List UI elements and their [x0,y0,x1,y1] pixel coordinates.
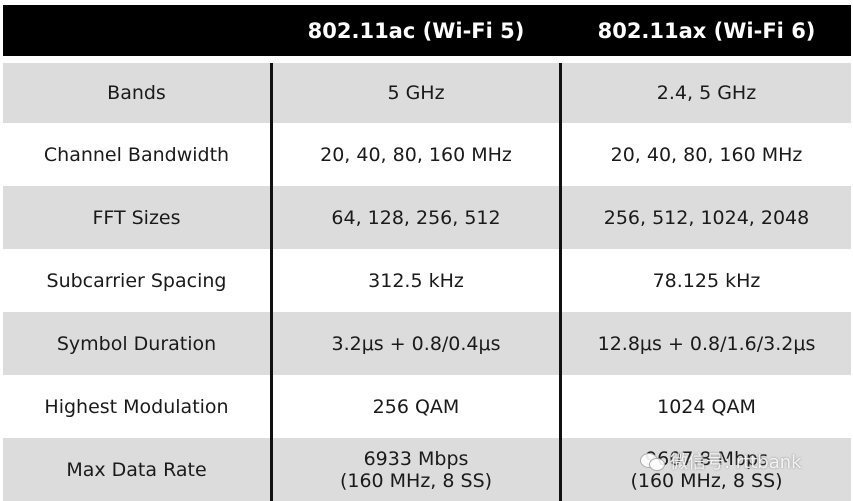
header-wifi5: 802.11ac (Wi-Fi 5) [270,5,559,56]
wifi5-rate: 6933 Mbps [363,447,469,470]
wifi6-value: 9607.8 Mbps (160 MHz, 8 SS) [559,438,851,501]
table-row: Channel Bandwidth 20, 40, 80, 160 MHz 20… [3,123,851,186]
wifi5-rate-config: (160 MHz, 8 SS) [339,469,493,492]
table-header: 802.11ac (Wi-Fi 5) 802.11ax (Wi-Fi 6) [3,5,851,56]
wifi6-value: 2.4, 5 GHz [559,63,851,123]
table-row: FFT Sizes 64, 128, 256, 512 256, 512, 10… [3,186,851,249]
row-label: FFT Sizes [92,206,181,229]
table-row: Symbol Duration 3.2μs + 0.8/0.4μs 12.8μs… [3,312,851,375]
table-row: Subcarrier Spacing 312.5 kHz 78.125 kHz [3,249,851,312]
row-label: Highest Modulation [44,395,229,418]
wifi6-value: 78.125 kHz [559,249,851,312]
row-label: Channel Bandwidth [43,143,230,166]
wifi5-value: 312.5 kHz [270,249,559,312]
wifi6-rate-config: (160 MHz, 8 SS) [630,469,783,492]
row-label: Bands [107,82,166,104]
wifi5-value: 5 GHz [270,63,559,123]
wifi5-value: 256 QAM [270,375,559,438]
row-label: Max Data Rate [66,458,207,481]
wifi6-value: 20, 40, 80, 160 MHz [559,123,851,186]
row-label: Symbol Duration [56,332,217,355]
table-row: Max Data Rate 6933 Mbps (160 MHz, 8 SS) … [3,438,851,501]
wifi6-rate: 9607.8 Mbps [645,447,768,470]
wifi6-value: 256, 512, 1024, 2048 [559,186,851,249]
wifi5-value: 64, 128, 256, 512 [270,186,559,249]
wifi5-value: 3.2μs + 0.8/0.4μs [270,312,559,375]
comparison-table: 802.11ac (Wi-Fi 5) 802.11ax (Wi-Fi 6) Ba… [3,5,851,501]
header-empty [3,5,270,56]
wifi6-value: 1024 QAM [559,375,851,438]
table-row: Bands 5 GHz 2.4, 5 GHz [3,63,851,123]
wifi5-value: 20, 40, 80, 160 MHz [270,123,559,186]
header-wifi6: 802.11ax (Wi-Fi 6) [559,5,851,56]
row-label: Subcarrier Spacing [46,269,227,292]
wifi5-value: 6933 Mbps (160 MHz, 8 SS) [270,438,559,501]
table-row: Highest Modulation 256 QAM 1024 QAM [3,375,851,438]
wifi6-value: 12.8μs + 0.8/1.6/3.2μs [559,312,851,375]
